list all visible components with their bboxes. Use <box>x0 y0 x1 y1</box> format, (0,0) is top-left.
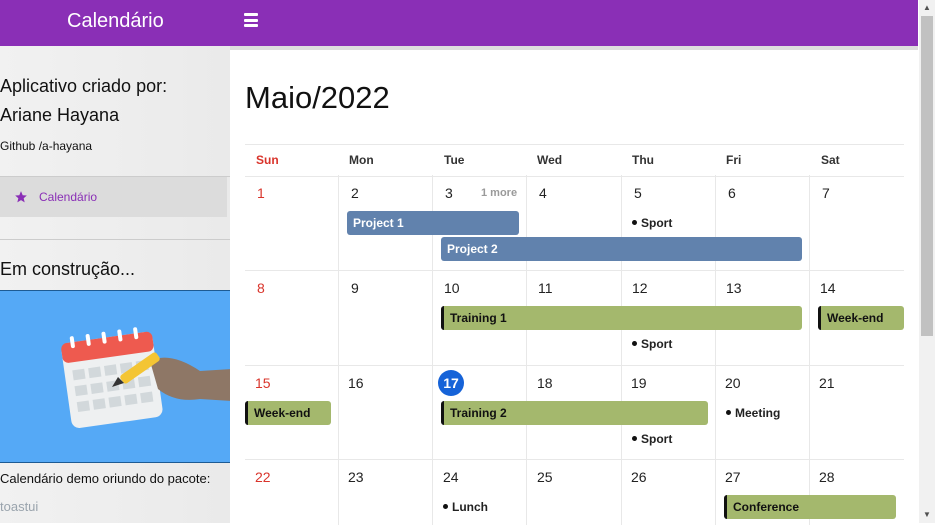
grid-line <box>715 175 716 525</box>
event-conference[interactable]: Conference <box>724 495 896 519</box>
event-lunch[interactable]: Lunch <box>443 500 488 514</box>
event-project-1[interactable]: Project 1 <box>347 211 519 235</box>
day-cell[interactable]: 25 <box>537 469 553 485</box>
day-cell[interactable]: 2 <box>351 185 359 201</box>
grid-line <box>809 175 810 525</box>
day-cell[interactable]: 8 <box>257 280 265 296</box>
day-cell[interactable]: 27 <box>725 469 741 485</box>
under-construction-heading: Em construção... <box>0 259 136 279</box>
day-cell[interactable]: 6 <box>728 185 736 201</box>
scroll-down-icon[interactable]: ▼ <box>919 507 935 523</box>
github-handle: Github /a-hayana <box>0 139 93 153</box>
day-cell[interactable]: 20 <box>725 375 741 391</box>
grid-line <box>245 270 904 271</box>
day-cell[interactable]: 9 <box>351 280 359 296</box>
grid-line <box>338 175 339 525</box>
scrollbar-thumb[interactable] <box>921 16 933 336</box>
event-project-2[interactable]: Project 2 <box>441 237 802 261</box>
day-cell[interactable]: 4 <box>539 185 547 201</box>
day-cell[interactable]: 12 <box>632 280 648 296</box>
demo-source-text: Calendário demo oriundo do pacote: <box>0 471 211 486</box>
hamburger-menu-icon[interactable] <box>244 13 258 27</box>
vertical-scrollbar[interactable]: ▲ ▼ <box>919 0 935 523</box>
sidebar-divider <box>0 239 230 240</box>
day-cell[interactable]: 14 <box>820 280 836 296</box>
grid-line <box>245 365 904 366</box>
calendar-main: Maio/2022 Sun Mon Tue Wed Thu Fri Sat 1 … <box>230 50 918 525</box>
app-title[interactable]: Calendário <box>67 10 164 33</box>
calendar-illustration <box>0 290 230 463</box>
sidebar-item-calendario[interactable]: Calendário <box>0 177 227 217</box>
day-cell[interactable]: 18 <box>537 375 553 391</box>
weekday-tue: Tue <box>444 153 465 167</box>
created-by-label: Aplicativo criado por: <box>0 76 168 96</box>
grid-line <box>526 175 527 525</box>
weekday-sun: Sun <box>256 153 279 167</box>
more-events-link[interactable]: 1 more <box>481 187 517 199</box>
day-cell[interactable]: 24 <box>443 469 459 485</box>
event-training-2[interactable]: Training 2 <box>441 401 708 425</box>
event-sport[interactable]: Sport <box>632 432 672 446</box>
weekday-thu: Thu <box>632 153 654 167</box>
day-cell[interactable]: 21 <box>819 375 835 391</box>
day-cell[interactable]: 7 <box>822 185 830 201</box>
day-cell[interactable]: 22 <box>255 469 271 485</box>
event-sport[interactable]: Sport <box>632 337 672 351</box>
day-cell[interactable]: 10 <box>444 280 460 296</box>
day-cell[interactable]: 3 <box>445 185 453 201</box>
sidebar-item-label: Calendário <box>39 190 98 204</box>
day-cell[interactable]: 26 <box>631 469 647 485</box>
day-cell[interactable]: 16 <box>348 375 364 391</box>
day-cell[interactable]: 5 <box>634 185 642 201</box>
day-cell[interactable]: 15 <box>255 375 271 391</box>
weekday-wed: Wed <box>537 153 563 167</box>
event-meeting[interactable]: Meeting <box>726 406 780 420</box>
top-navbar: Calendário <box>0 0 918 46</box>
event-sport[interactable]: Sport <box>632 216 672 230</box>
day-cell[interactable]: 19 <box>631 375 647 391</box>
weekday-fri: Fri <box>726 153 742 167</box>
day-cell[interactable]: 23 <box>348 469 364 485</box>
day-cell[interactable]: 28 <box>819 469 835 485</box>
event-training-1[interactable]: Training 1 <box>441 306 802 330</box>
author-name: Ariane Hayana <box>0 105 120 125</box>
grid-line <box>621 175 622 525</box>
today-marker[interactable]: 17 <box>438 370 464 396</box>
event-week-end[interactable]: Week-end <box>245 401 331 425</box>
day-cell[interactable]: 11 <box>538 280 553 296</box>
star-icon <box>15 191 27 203</box>
month-title: Maio/2022 <box>245 80 390 115</box>
package-link[interactable]: toastui <box>0 499 38 514</box>
sidebar: Aplicativo criado por: Ariane Hayana Git… <box>0 46 230 523</box>
day-cell[interactable]: 1 <box>257 185 265 201</box>
weekday-header: Sun Mon Tue Wed Thu Fri Sat <box>245 144 904 177</box>
grid-line <box>245 459 904 460</box>
scroll-up-icon[interactable]: ▲ <box>919 0 935 16</box>
weekday-sat: Sat <box>821 153 840 167</box>
weekday-mon: Mon <box>349 153 374 167</box>
event-week-end[interactable]: Week-end <box>818 306 904 330</box>
day-cell[interactable]: 13 <box>726 280 742 296</box>
